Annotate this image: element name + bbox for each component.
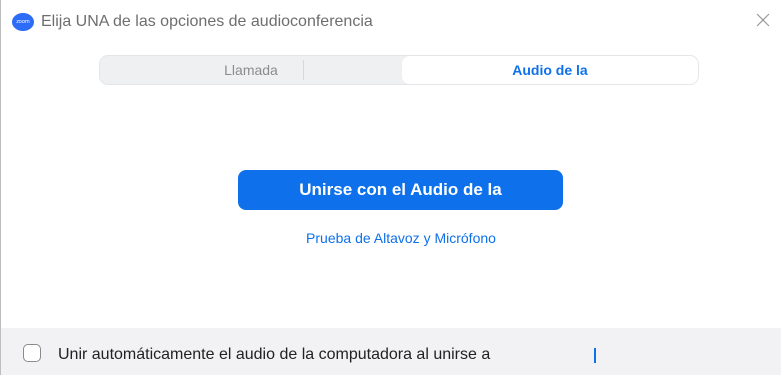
- tab-computer-audio[interactable]: Audio de la: [402, 56, 698, 84]
- close-button[interactable]: [753, 10, 773, 30]
- footer-bar: Unir automáticamente el audio de la comp…: [1, 328, 781, 375]
- window-title: Elija UNA de las opciones de audioconfer…: [41, 13, 373, 30]
- auto-join-audio-label: Unir automáticamente el audio de la comp…: [58, 346, 491, 363]
- audio-option-tabs: Llamada Audio de la: [99, 55, 699, 85]
- auto-join-audio-checkbox[interactable]: [23, 344, 41, 362]
- zoom-logo-icon: zoom: [12, 13, 34, 31]
- tab-divider: [303, 60, 304, 80]
- app-icon-text: zoom: [16, 18, 30, 25]
- audio-conference-dialog: zoom Elija UNA de las opciones de audioc…: [0, 0, 781, 375]
- title-bar: zoom Elija UNA de las opciones de audioc…: [1, 0, 781, 46]
- tab-llamada[interactable]: Llamada: [100, 56, 402, 84]
- text-cursor-mark: [594, 348, 596, 363]
- close-icon: [756, 13, 770, 27]
- join-button-label: Unirse con el Audio de la: [299, 180, 502, 199]
- tab-llamada-label: Llamada: [224, 62, 278, 78]
- test-speaker-microphone-link[interactable]: Prueba de Altavoz y Micrófono: [1, 230, 781, 246]
- tab-computer-audio-label: Audio de la: [512, 62, 588, 78]
- join-with-computer-audio-button[interactable]: Unirse con el Audio de la: [238, 170, 563, 210]
